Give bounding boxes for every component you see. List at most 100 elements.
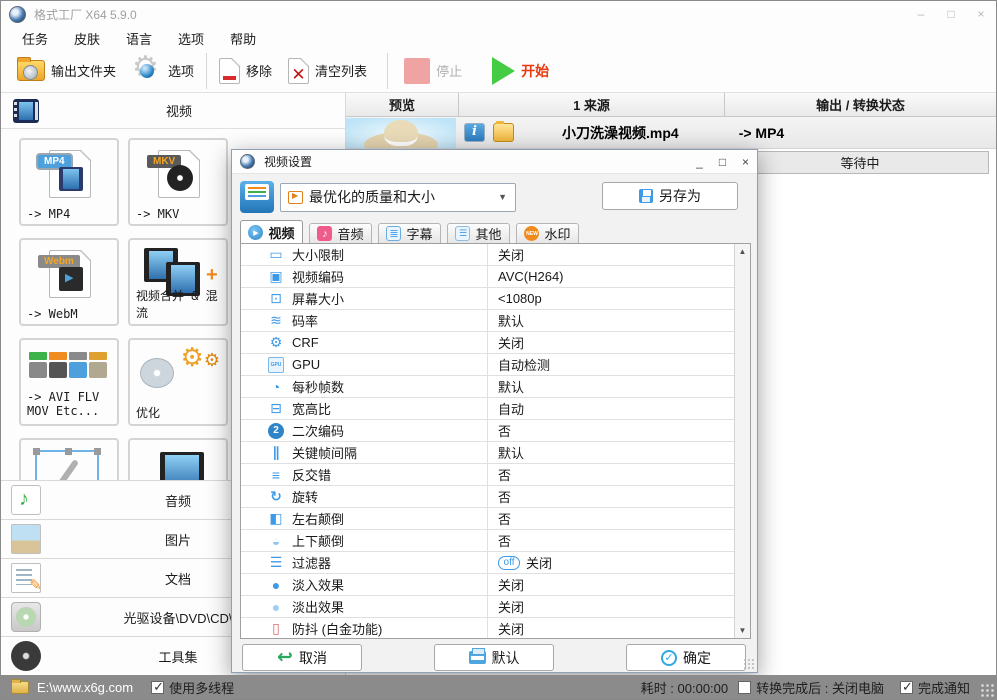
tab-video[interactable]: 视频: [240, 220, 303, 244]
card-video-merge[interactable]: + 视频合并 & 混流: [128, 238, 228, 326]
bitrate-icon: [268, 313, 284, 329]
menu-language[interactable]: 语言: [113, 29, 165, 48]
remove-button[interactable]: 移除: [211, 51, 280, 91]
setting-row-rotate[interactable]: 旋转 否: [241, 486, 750, 508]
scrollbar[interactable]: ▲ ▼: [734, 244, 750, 638]
film-icon: [13, 98, 39, 123]
menu-options[interactable]: 选项: [165, 29, 217, 48]
menu-skin[interactable]: 皮肤: [61, 29, 113, 48]
dialog-close-button[interactable]: ×: [734, 152, 757, 172]
setting-row-keyframe-interval[interactable]: 关键帧间隔 默认: [241, 442, 750, 464]
setting-row-video-codec[interactable]: 视频编码 AVC(H264): [241, 266, 750, 288]
minimize-button[interactable]: –: [906, 2, 936, 26]
card-optimize[interactable]: 优化: [128, 338, 228, 426]
watermark-new-icon: [524, 226, 540, 241]
video-tab-icon: [248, 225, 264, 240]
scroll-down-icon[interactable]: ▼: [735, 626, 750, 635]
start-button[interactable]: 开始: [484, 51, 557, 91]
setting-row-flip-horizontal[interactable]: 左右颠倒 否: [241, 508, 750, 530]
toolset-icon: [11, 641, 41, 671]
app-icon: [9, 5, 26, 23]
setting-row-gpu[interactable]: GPU GPU 自动检测: [241, 354, 750, 376]
dialog-resize-grip[interactable]: [743, 658, 755, 670]
task-row[interactable]: 小刀洗澡视频.mp4 -> MP4: [346, 117, 996, 149]
tab-audio[interactable]: 音频: [309, 223, 372, 244]
sidebar-header-video[interactable]: 视频: [1, 93, 345, 129]
setting-row-filter[interactable]: 过滤器 off关闭: [241, 552, 750, 574]
resize-grip[interactable]: [980, 683, 994, 697]
disc-icon: [11, 602, 41, 632]
card-to-avi-flv-mov[interactable]: -> AVI FLV MOV Etc...: [19, 338, 119, 426]
scroll-up-icon[interactable]: ▲: [735, 247, 750, 256]
deinterlace-icon: [268, 467, 284, 483]
setting-row-deinterlace[interactable]: 反交错 否: [241, 464, 750, 486]
dialog-titlebar: 视频设置 _ □ ×: [232, 150, 757, 174]
toolbar-separator: [206, 52, 208, 89]
remove-doc-icon: [219, 57, 241, 84]
options-button[interactable]: 选项: [124, 50, 202, 91]
floppy-icon: [639, 189, 653, 203]
source-filename: 小刀洗澡视频.mp4: [562, 124, 679, 141]
preset-dropdown[interactable]: 最优化的质量和大小 ▼: [280, 182, 516, 212]
check-icon: ✓: [661, 649, 677, 666]
shutdown-checkbox[interactable]: [738, 680, 752, 694]
card-to-webm[interactable]: Webm -> WebM: [19, 238, 119, 326]
main-window: 格式工厂 X64 5.9.0 – □ × 任务 皮肤 语言 选项 帮助 输出文件…: [0, 0, 997, 700]
dialog-minimize-button[interactable]: _: [688, 152, 711, 172]
ok-button[interactable]: ✓ 确定: [626, 644, 746, 671]
tab-watermark[interactable]: 水印: [516, 223, 579, 244]
menu-task[interactable]: 任务: [9, 29, 61, 48]
video-settings-dialog: 视频设置 _ □ × 最优化的质量和大小 ▼ 另存为 视频: [231, 149, 758, 673]
clear-list-button[interactable]: 清空列表: [280, 51, 375, 91]
toolbar-separator: [387, 52, 389, 89]
setting-row-bitrate[interactable]: 码率 默认: [241, 310, 750, 332]
card-to-mkv[interactable]: MKV -> MKV: [128, 138, 228, 226]
gpu-icon: GPU: [268, 356, 284, 373]
aspect-icon: [268, 401, 284, 417]
cancel-button[interactable]: ↩ 取消: [242, 644, 362, 671]
dialog-maximize-button[interactable]: □: [711, 152, 734, 172]
notify-checkbox[interactable]: [899, 679, 913, 695]
save-as-button[interactable]: 另存为: [602, 182, 738, 210]
setting-row-fade-in[interactable]: 淡入效果 关闭: [241, 574, 750, 596]
output-folder-button[interactable]: 输出文件夹: [9, 51, 124, 91]
column-output-status[interactable]: 输出 / 转换状态: [725, 93, 996, 116]
output-path[interactable]: E:\www.x6g.com: [37, 680, 133, 695]
tab-other[interactable]: 其他: [447, 223, 510, 244]
chip-icon: [268, 269, 284, 285]
setting-row-flip-vertical[interactable]: 上下颠倒 否: [241, 530, 750, 552]
output-folder-icon: [17, 57, 45, 81]
column-preview[interactable]: 预览: [346, 93, 459, 116]
setting-row-fps[interactable]: 每秒帧数 默认: [241, 376, 750, 398]
card-to-mp4[interactable]: MP4 -> MP4: [19, 138, 119, 226]
setting-row-crf[interactable]: CRF 关闭: [241, 332, 750, 354]
tab-subtitle[interactable]: 字幕: [378, 223, 441, 244]
close-button[interactable]: ×: [966, 2, 996, 26]
menu-help[interactable]: 帮助: [217, 29, 269, 48]
flip-horizontal-icon: [268, 511, 284, 527]
folder-icon: [11, 678, 29, 694]
setting-row-size-limit[interactable]: 大小限制 关闭: [241, 244, 750, 266]
column-source[interactable]: 1 来源: [459, 93, 725, 116]
dialog-title: 视频设置: [264, 155, 313, 169]
maximize-button[interactable]: □: [936, 2, 966, 26]
audio-tab-icon: [317, 226, 333, 241]
keyframe-icon: [268, 445, 284, 461]
menubar: 任务 皮肤 语言 选项 帮助: [1, 27, 996, 49]
stop-button[interactable]: 停止: [396, 51, 470, 91]
picture-icon: [11, 524, 41, 554]
setting-row-screen-size[interactable]: 屏幕大小 <1080p: [241, 288, 750, 310]
default-button[interactable]: 默认: [434, 644, 554, 671]
chevron-down-icon: ▼: [498, 192, 507, 202]
info-icon[interactable]: [464, 123, 485, 142]
rotate-icon: [268, 489, 284, 505]
setting-row-aspect-ratio[interactable]: 宽高比 自动: [241, 398, 750, 420]
multithread-checkbox[interactable]: [151, 679, 165, 695]
setting-row-two-pass[interactable]: 2 二次编码 否: [241, 420, 750, 442]
task-list-header: 预览 1 来源 输出 / 转换状态: [346, 93, 996, 117]
optimize-icon: [140, 358, 174, 388]
open-folder-icon[interactable]: [493, 121, 514, 142]
setting-row-fade-out[interactable]: 淡出效果 关闭: [241, 596, 750, 618]
flip-vertical-icon: [268, 533, 284, 549]
setting-row-stabilize[interactable]: 防抖 (白金功能) 关闭: [241, 618, 750, 638]
